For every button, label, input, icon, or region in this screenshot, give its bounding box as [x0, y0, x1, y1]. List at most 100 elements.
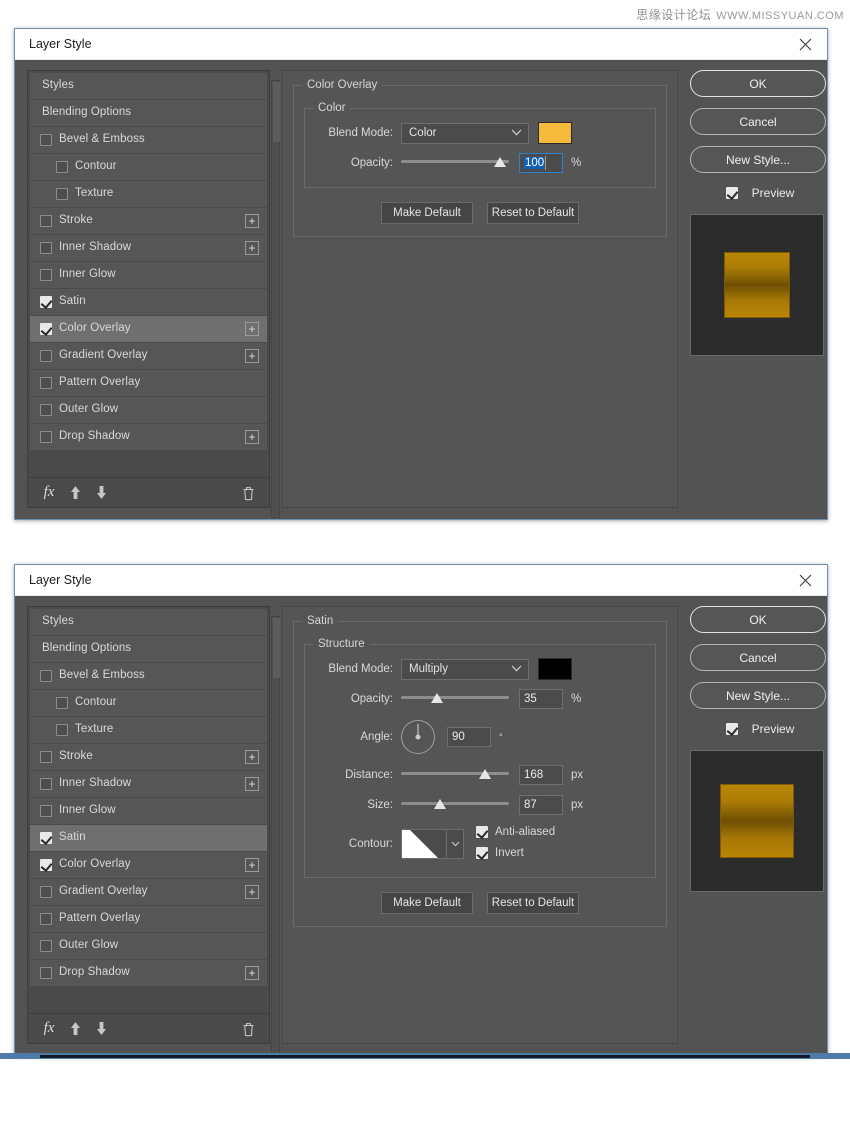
reset-to-default-button[interactable]: Reset to Default — [487, 892, 579, 914]
scrollbar-thumb[interactable] — [273, 618, 280, 678]
satin-color-swatch[interactable] — [538, 658, 572, 680]
effect-row[interactable]: Contour — [30, 690, 267, 717]
add-effect-icon[interactable]: + — [245, 322, 259, 336]
make-default-button[interactable]: Make Default — [381, 202, 473, 224]
effect-row[interactable]: Inner Glow — [30, 798, 267, 825]
move-down-icon[interactable] — [88, 482, 114, 504]
effect-row[interactable]: Drop Shadow + — [30, 424, 267, 451]
effect-enable-checkbox[interactable] — [40, 377, 52, 389]
contour-dropdown-button[interactable] — [447, 829, 464, 859]
effect-enable-checkbox[interactable] — [40, 670, 52, 682]
opacity-input[interactable]: 35 — [519, 689, 563, 709]
effect-row[interactable]: Gradient Overlay + — [30, 343, 267, 370]
effect-row[interactable]: Drop Shadow + — [30, 960, 267, 987]
new-style-button[interactable]: New Style... — [690, 682, 826, 709]
size-slider[interactable] — [401, 795, 509, 816]
slider-knob[interactable] — [494, 156, 507, 167]
distance-input[interactable]: 168 — [519, 765, 563, 785]
delete-icon[interactable] — [235, 482, 261, 504]
effect-row[interactable]: Inner Shadow + — [30, 771, 267, 798]
add-effect-icon[interactable]: + — [245, 750, 259, 764]
fx-icon[interactable]: fx — [36, 1018, 62, 1040]
cancel-button[interactable]: Cancel — [690, 644, 826, 671]
effect-enable-checkbox[interactable] — [40, 350, 52, 362]
add-effect-icon[interactable]: + — [245, 777, 259, 791]
opacity-slider[interactable] — [401, 689, 509, 710]
add-effect-icon[interactable]: + — [245, 885, 259, 899]
make-default-button[interactable]: Make Default — [381, 892, 473, 914]
fx-icon[interactable]: fx — [36, 482, 62, 504]
effect-row[interactable]: Satin — [30, 289, 267, 316]
cancel-button[interactable]: Cancel — [690, 108, 826, 135]
move-up-icon[interactable] — [62, 482, 88, 504]
effect-enable-checkbox[interactable] — [40, 967, 52, 979]
effect-enable-checkbox[interactable] — [40, 778, 52, 790]
reset-to-default-button[interactable]: Reset to Default — [487, 202, 579, 224]
slider-knob[interactable] — [433, 798, 446, 809]
effect-enable-checkbox[interactable] — [40, 832, 52, 844]
effect-enable-checkbox[interactable] — [40, 404, 52, 416]
size-input[interactable]: 87 — [519, 795, 563, 815]
distance-slider[interactable] — [401, 765, 509, 786]
effect-row[interactable]: Styles — [30, 609, 267, 636]
preview-toggle-row[interactable]: Preview — [690, 184, 830, 202]
effect-row[interactable]: Outer Glow — [30, 933, 267, 960]
invert-checkbox[interactable] — [476, 847, 488, 859]
slider-knob[interactable] — [479, 768, 492, 779]
effect-enable-checkbox[interactable] — [40, 751, 52, 763]
effect-row[interactable]: Pattern Overlay — [30, 906, 267, 933]
effect-enable-checkbox[interactable] — [40, 886, 52, 898]
effect-row[interactable]: Color Overlay + — [30, 852, 267, 879]
ok-button[interactable]: OK — [690, 606, 826, 633]
add-effect-icon[interactable]: + — [245, 241, 259, 255]
effects-list[interactable]: Styles Blending Options Bevel & Emboss Cont… — [28, 607, 269, 1013]
effect-row[interactable]: Styles — [30, 73, 267, 100]
effect-enable-checkbox[interactable] — [40, 215, 52, 227]
effect-row[interactable]: Pattern Overlay — [30, 370, 267, 397]
anti-aliased-row[interactable]: Anti-aliased — [476, 823, 555, 841]
new-style-button[interactable]: New Style... — [690, 146, 826, 173]
delete-icon[interactable] — [235, 1018, 261, 1040]
effect-enable-checkbox[interactable] — [40, 940, 52, 952]
effect-enable-checkbox[interactable] — [56, 697, 68, 709]
effect-row[interactable]: Texture — [30, 717, 267, 744]
add-effect-icon[interactable]: + — [245, 214, 259, 228]
effect-enable-checkbox[interactable] — [40, 269, 52, 281]
effects-list[interactable]: Styles Blending Options Bevel & Emboss Cont… — [28, 71, 269, 477]
effect-row[interactable]: Blending Options — [30, 636, 267, 663]
effect-enable-checkbox[interactable] — [40, 323, 52, 335]
effect-enable-checkbox[interactable] — [40, 134, 52, 146]
ok-button[interactable]: OK — [690, 70, 826, 97]
slider-knob[interactable] — [430, 692, 443, 703]
effect-enable-checkbox[interactable] — [40, 913, 52, 925]
effect-row[interactable]: Stroke + — [30, 208, 267, 235]
effect-row[interactable]: Gradient Overlay + — [30, 879, 267, 906]
effect-row[interactable]: Stroke + — [30, 744, 267, 771]
effect-row[interactable]: Texture — [30, 181, 267, 208]
effects-scrollbar[interactable] — [271, 80, 280, 518]
effect-enable-checkbox[interactable] — [40, 242, 52, 254]
effect-enable-checkbox[interactable] — [40, 805, 52, 817]
effect-row[interactable]: Bevel & Emboss — [30, 663, 267, 690]
invert-row[interactable]: Invert — [476, 844, 555, 862]
preview-toggle-row[interactable]: Preview — [690, 720, 830, 738]
effect-row[interactable]: Satin — [30, 825, 267, 852]
angle-input[interactable]: 90 — [447, 727, 491, 747]
preview-checkbox[interactable] — [725, 723, 738, 735]
effects-scrollbar[interactable] — [271, 616, 280, 1054]
effect-row[interactable]: Color Overlay + — [30, 316, 267, 343]
add-effect-icon[interactable]: + — [245, 430, 259, 444]
effect-enable-checkbox[interactable] — [40, 431, 52, 443]
move-down-icon[interactable] — [88, 1018, 114, 1040]
opacity-slider[interactable] — [401, 153, 509, 174]
close-icon[interactable] — [783, 565, 827, 596]
add-effect-icon[interactable]: + — [245, 858, 259, 872]
effect-row[interactable]: Inner Shadow + — [30, 235, 267, 262]
effect-row[interactable]: Contour — [30, 154, 267, 181]
overlay-color-swatch[interactable] — [538, 122, 572, 144]
add-effect-icon[interactable]: + — [245, 349, 259, 363]
effect-row[interactable]: Bevel & Emboss — [30, 127, 267, 154]
contour-preset-swatch[interactable] — [401, 829, 447, 859]
preview-checkbox[interactable] — [725, 187, 738, 199]
effect-enable-checkbox[interactable] — [40, 296, 52, 308]
